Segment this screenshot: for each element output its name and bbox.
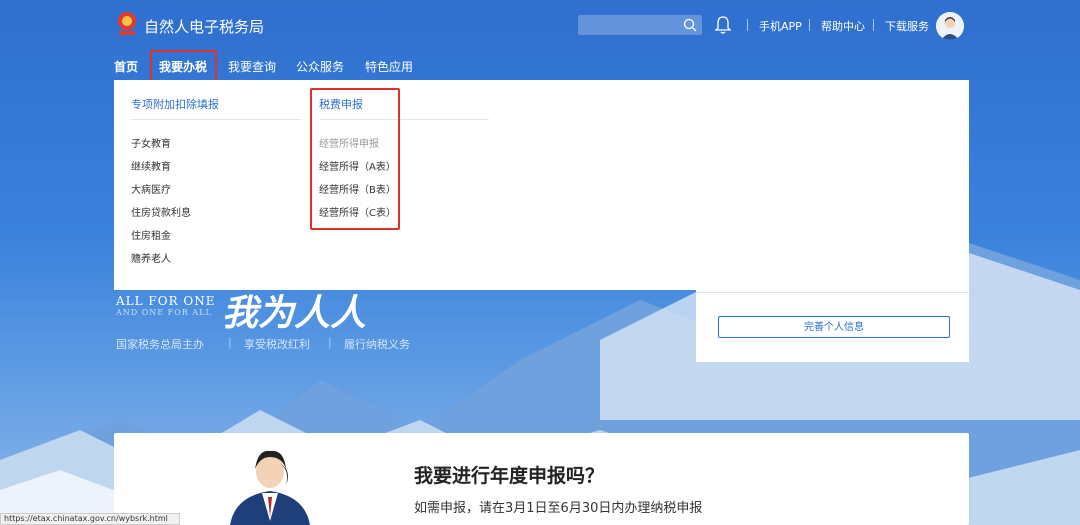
menu-item[interactable]: 赡养老人 — [131, 250, 171, 265]
mobile-app-link[interactable]: 手机APP — [759, 18, 802, 34]
slogan-english: ALL FOR ONE — [116, 294, 216, 308]
special-deduction-heading[interactable]: 专项附加扣除填报 — [131, 96, 219, 112]
slogan-calligraphy: 我为人人 — [222, 292, 367, 334]
menu-item[interactable]: 继续教育 — [131, 158, 171, 173]
header-divider — [747, 19, 748, 31]
menu-item[interactable]: 住房贷款利息 — [131, 204, 191, 219]
annual-question-title: 我要进行年度申报吗？ — [414, 465, 605, 487]
nav-home[interactable]: 首页 — [114, 58, 138, 75]
search-input[interactable] — [578, 15, 702, 35]
complete-profile-button[interactable]: 完善个人信息 — [718, 316, 950, 338]
nav-special-apps[interactable]: 特色应用 — [365, 58, 413, 75]
column-divider — [131, 119, 301, 120]
tax-handling-dropdown: 专项附加扣除填报 子女教育 继续教育 大病医疗 住房贷款利息 住房租金 赡养老人… — [114, 80, 969, 290]
nav-query[interactable]: 我要查询 — [228, 58, 276, 75]
tagline-item: 国家税务总局主办 — [116, 338, 204, 351]
tagline-item: 履行纳税义务 — [344, 338, 410, 351]
menu-item[interactable]: 住房租金 — [131, 227, 171, 242]
nav-public-service[interactable]: 公众服务 — [296, 58, 344, 75]
menu-item[interactable]: 大病医疗 — [131, 181, 171, 196]
avatar-icon — [936, 12, 964, 40]
slogan-english-sub: AND ONE FOR ALL — [116, 308, 212, 317]
profile-card: 完善个人信息 — [696, 290, 969, 362]
tax-emblem-icon — [118, 12, 136, 35]
site-title[interactable]: 自然人电子税务局 — [144, 16, 264, 37]
download-service-link[interactable]: 下载服务 — [885, 18, 929, 34]
bell-icon[interactable] — [714, 15, 732, 35]
card-divider — [696, 292, 969, 293]
status-bar-url: https://etax.chinatax.gov.cn/wybsrk.html — [0, 513, 180, 525]
tagline-item: 享受税改红利 — [244, 338, 310, 351]
header-divider — [873, 19, 874, 31]
menu-item[interactable]: 子女教育 — [131, 135, 171, 150]
tax-officer-illustration — [230, 450, 310, 525]
annual-question-hint: 如需申报，请在3月1日至6月30日内办理纳税申报 — [414, 501, 703, 516]
tagline-divider: | — [328, 336, 332, 349]
search-icon[interactable] — [682, 17, 698, 33]
header-divider — [809, 19, 810, 31]
tagline-divider: | — [228, 336, 232, 349]
help-center-link[interactable]: 帮助中心 — [821, 18, 865, 34]
highlight-box-declaration — [310, 88, 400, 230]
annual-declaration-card: 我要进行年度申报吗？ 如需申报，请在3月1日至6月30日内办理纳税申报 — [114, 433, 969, 525]
user-avatar[interactable] — [936, 12, 964, 40]
